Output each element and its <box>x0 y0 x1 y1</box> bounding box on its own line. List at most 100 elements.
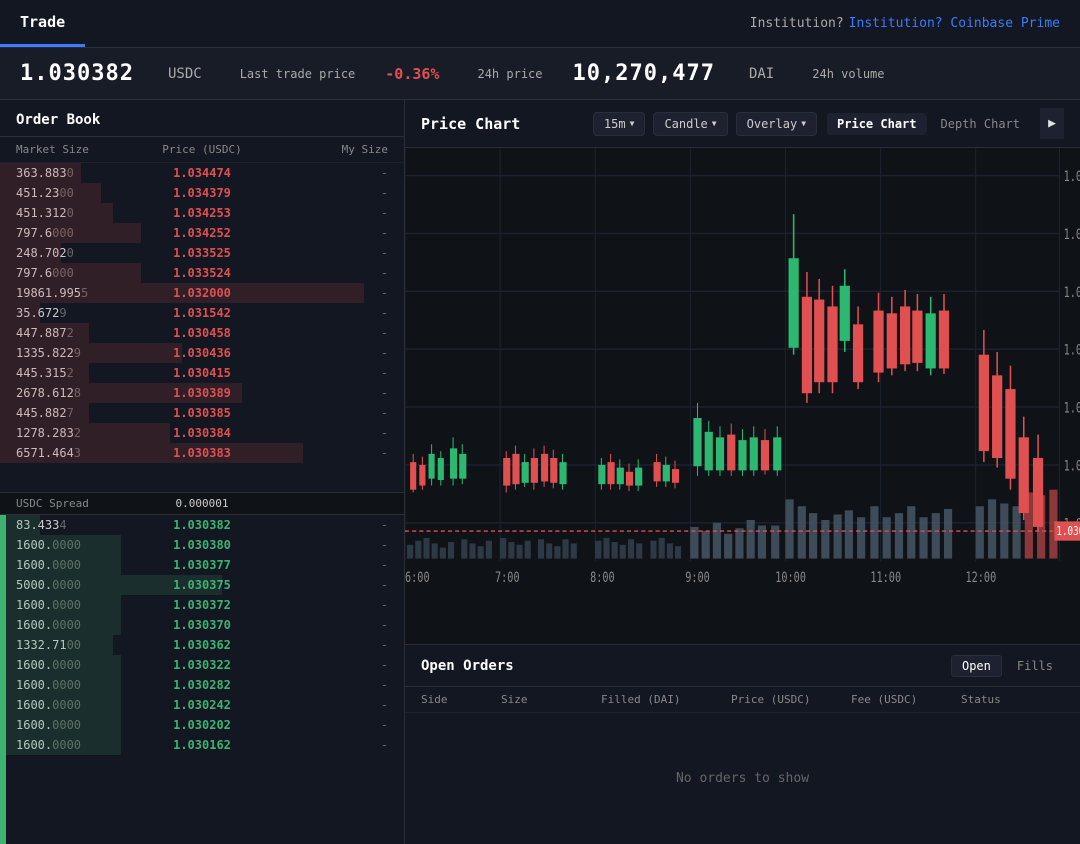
ask-row[interactable]: 6571.4643 1.030383 - <box>0 443 404 463</box>
ask-price: 1.034474 <box>140 166 264 180</box>
bid-mysize: - <box>264 698 388 712</box>
ask-mysize: - <box>264 306 388 320</box>
price-change: -0.36% <box>385 65 439 83</box>
bid-row[interactable]: 1600.0000 1.030377 - <box>0 555 404 575</box>
ask-row[interactable]: 447.8872 1.030458 - <box>0 323 404 343</box>
bid-price: 1.030370 <box>140 618 264 632</box>
bid-price: 1.030202 <box>140 718 264 732</box>
svg-text:12:00: 12:00 <box>965 570 996 586</box>
bid-price: 1.030162 <box>140 738 264 752</box>
overlay-chevron: ▼ <box>801 119 806 128</box>
ask-row[interactable]: 1278.2832 1.030384 - <box>0 423 404 443</box>
ask-mysize: - <box>264 426 388 440</box>
open-orders-panel: Open Orders Open Fills Side Size Filled … <box>405 644 1080 844</box>
bid-price: 1.030377 <box>140 558 264 572</box>
nav-left: Trade <box>0 0 85 47</box>
tab-open[interactable]: Open <box>951 655 1002 677</box>
bid-mysize: - <box>264 678 388 692</box>
bid-price: 1.030382 <box>140 518 264 532</box>
bid-row[interactable]: 1600.0000 1.030322 - <box>0 655 404 675</box>
tab-price-chart[interactable]: Price Chart <box>827 113 926 135</box>
ask-row[interactable]: 797.6000 1.034252 - <box>0 223 404 243</box>
svg-text:1.065: 1.065 <box>1064 169 1080 185</box>
ask-row[interactable]: 445.3152 1.030415 - <box>0 363 404 383</box>
ask-row[interactable]: 2678.6128 1.030389 - <box>0 383 404 403</box>
bid-mysize: - <box>264 558 388 572</box>
col-status: Status <box>961 693 1064 706</box>
svg-text:1.030382: 1.030382 <box>1056 524 1080 539</box>
spread-mysize <box>264 497 388 510</box>
ask-row[interactable]: 363.8830 1.034474 - <box>0 163 404 183</box>
overlay-label: Overlay <box>747 117 798 131</box>
bid-mysize: - <box>264 538 388 552</box>
type-chevron: ▼ <box>712 119 717 128</box>
bid-mysize: - <box>264 638 388 652</box>
svg-text:1.05: 1.05 <box>1064 342 1080 358</box>
ask-row[interactable]: 451.2300 1.034379 - <box>0 183 404 203</box>
ask-row[interactable]: 19861.9955 1.032000 - <box>0 283 404 303</box>
bid-row[interactable]: 83.4334 1.030382 - <box>0 515 404 535</box>
ask-price: 1.034252 <box>140 226 264 240</box>
ask-price: 1.033525 <box>140 246 264 260</box>
bid-row[interactable]: 1600.0000 1.030162 - <box>0 735 404 755</box>
ask-row[interactable]: 248.7020 1.033525 - <box>0 243 404 263</box>
bid-row[interactable]: 1332.7100 1.030362 - <box>0 635 404 655</box>
top-nav: Trade Institution? Institution? Coinbase… <box>0 0 1080 48</box>
ask-mysize: - <box>264 326 388 340</box>
chart-controls: 15m ▼ Candle ▼ Overlay ▼ <box>593 112 817 136</box>
ask-price: 1.033524 <box>140 266 264 280</box>
volume-label: 24h volume <box>812 67 884 81</box>
ask-row[interactable]: 1335.8229 1.030436 - <box>0 343 404 363</box>
svg-text:10:00: 10:00 <box>775 570 806 586</box>
col-fee: Fee (USDC) <box>851 693 961 706</box>
bid-price: 1.030380 <box>140 538 264 552</box>
ask-price: 1.034379 <box>140 186 264 200</box>
order-book-header: Market Size Price (USDC) My Size <box>0 137 404 163</box>
ask-row[interactable]: 797.6000 1.033524 - <box>0 263 404 283</box>
ask-row[interactable]: 445.8827 1.030385 - <box>0 403 404 423</box>
bid-price: 1.030372 <box>140 598 264 612</box>
ask-row[interactable]: 451.3120 1.034253 - <box>0 203 404 223</box>
tab-depth-chart[interactable]: Depth Chart <box>931 113 1030 135</box>
bid-rows: 83.4334 1.030382 - 1600.0000 1.030380 - … <box>0 515 404 844</box>
chart-nav-arrow[interactable]: ▶ <box>1040 108 1064 139</box>
open-orders-title: Open Orders <box>421 658 951 674</box>
coinbase-prime-link[interactable]: Institution? Coinbase Prime <box>849 16 1060 31</box>
ask-price: 1.030415 <box>140 366 264 380</box>
col-price-usdc: Price (USDC) <box>140 143 264 156</box>
ask-row[interactable]: 35.6729 1.031542 - <box>0 303 404 323</box>
ask-mysize: - <box>264 166 388 180</box>
ask-mysize: - <box>264 206 388 220</box>
svg-text:6:00: 6:00 <box>405 570 430 586</box>
chart-header: Price Chart 15m ▼ Candle ▼ Overlay ▼ Pri… <box>405 100 1080 148</box>
ask-rows: 363.8830 1.034474 - 451.2300 1.034379 - … <box>0 163 404 492</box>
bid-mysize: - <box>264 658 388 672</box>
bid-row[interactable]: 1600.0000 1.030380 - <box>0 535 404 555</box>
bid-row[interactable]: 1600.0000 1.030372 - <box>0 595 404 615</box>
svg-text:1.06: 1.06 <box>1064 226 1080 242</box>
nav-right: Institution? Institution? Coinbase Prime <box>750 0 1080 47</box>
trade-tab[interactable]: Trade <box>0 0 85 47</box>
svg-text:11:00: 11:00 <box>870 570 901 586</box>
bid-row[interactable]: 1600.0000 1.030370 - <box>0 615 404 635</box>
bid-price: 1.030322 <box>140 658 264 672</box>
ticker-bar: 1.030382 USDC Last trade price -0.36% 24… <box>0 48 1080 100</box>
bid-row[interactable]: 1600.0000 1.030282 - <box>0 675 404 695</box>
ask-price: 1.034253 <box>140 206 264 220</box>
ask-price: 1.030458 <box>140 326 264 340</box>
bid-row[interactable]: 1600.0000 1.030202 - <box>0 715 404 735</box>
col-side: Side <box>421 693 501 706</box>
chart-type-selector[interactable]: Candle ▼ <box>653 112 727 136</box>
24h-price-label: 24h price <box>477 67 542 81</box>
interval-selector[interactable]: 15m ▼ <box>593 112 646 136</box>
overlay-selector[interactable]: Overlay ▼ <box>736 112 817 136</box>
tab-fills[interactable]: Fills <box>1006 655 1064 677</box>
orders-empty-message: No orders to show <box>405 713 1080 844</box>
ask-mysize: - <box>264 226 388 240</box>
bid-row[interactable]: 5000.0000 1.030375 - <box>0 575 404 595</box>
orders-header: Open Orders Open Fills <box>405 645 1080 687</box>
ask-mysize: - <box>264 186 388 200</box>
bid-row[interactable]: 1600.0000 1.030242 - <box>0 695 404 715</box>
bid-mysize: - <box>264 718 388 732</box>
chart-tabs: Price Chart Depth Chart <box>827 113 1030 135</box>
